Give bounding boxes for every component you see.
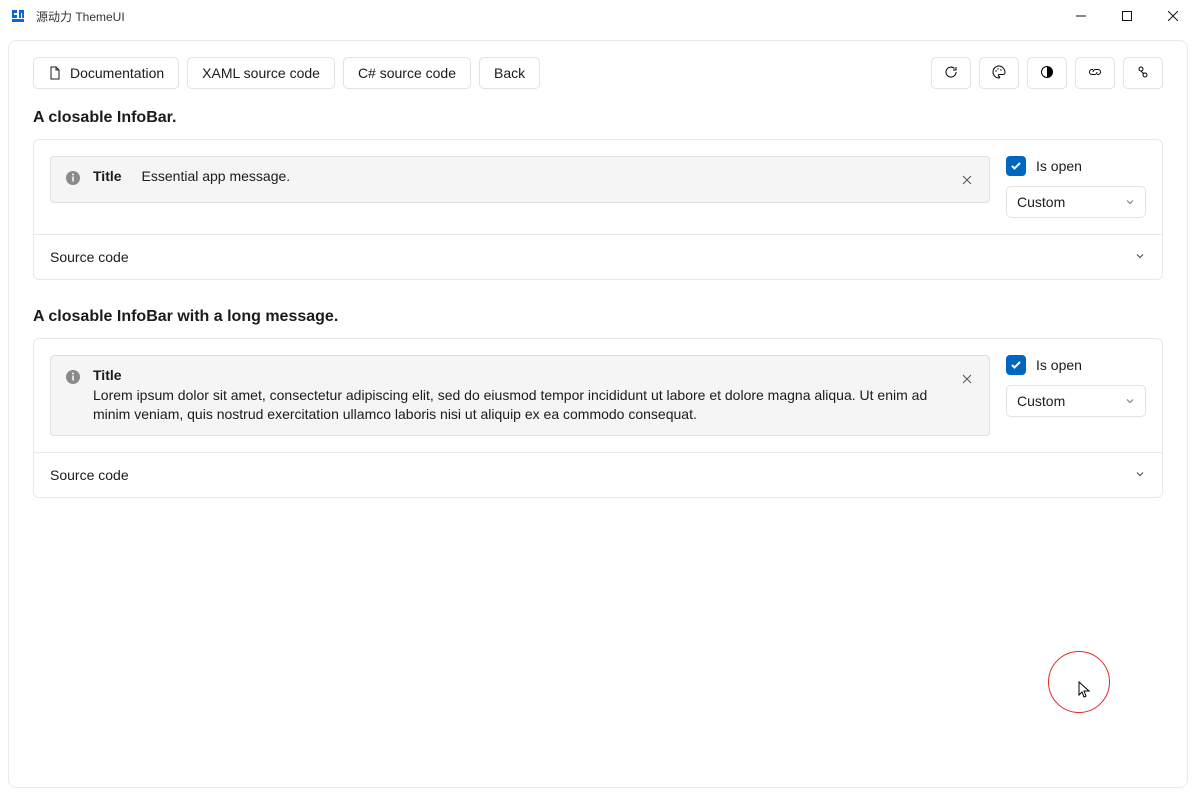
severity-combobox[interactable]: Custom (1006, 385, 1146, 417)
infobar: Title Lorem ipsum dolor sit amet, consec… (50, 355, 990, 436)
infobar: Title Essential app message. (50, 156, 990, 203)
chevron-down-icon (1134, 249, 1146, 265)
is-open-label: Is open (1036, 158, 1082, 174)
close-window-button[interactable] (1150, 0, 1196, 32)
source-code-expander[interactable]: Source code (34, 234, 1162, 279)
content-frame: Documentation XAML source code C# source… (8, 40, 1188, 788)
refresh-icon (944, 65, 958, 82)
documentation-button[interactable]: Documentation (33, 57, 179, 89)
theme-toggle-button[interactable] (1027, 57, 1067, 89)
toolbar: Documentation XAML source code C# source… (33, 57, 1163, 89)
back-button[interactable]: Back (479, 57, 540, 89)
window-title: 源动力 ThemeUI (36, 8, 125, 25)
settings-button[interactable] (1123, 57, 1163, 89)
settings-icon (1136, 65, 1150, 82)
window-controls (1058, 0, 1196, 32)
is-open-checkbox[interactable]: Is open (1006, 355, 1146, 375)
info-icon (65, 369, 81, 385)
source-code-label: Source code (50, 249, 129, 265)
combobox-value: Custom (1017, 194, 1065, 210)
back-label: Back (494, 65, 525, 81)
example-card: Title Essential app message. Is open (33, 139, 1163, 280)
combobox-value: Custom (1017, 393, 1065, 409)
app-icon (10, 8, 26, 24)
infobar-title: Title (93, 366, 933, 386)
close-icon (962, 372, 972, 387)
section-heading: A closable InfoBar with a long message. (33, 308, 1163, 326)
infobar-text: Title Essential app message. (93, 167, 943, 187)
chevron-down-icon (1125, 194, 1135, 210)
infobar-close-button[interactable] (955, 168, 979, 192)
titlebar: 源动力 ThemeUI (0, 0, 1196, 32)
link-button[interactable] (1075, 57, 1115, 89)
infobar-text: Title Lorem ipsum dolor sit amet, consec… (93, 366, 943, 425)
link-icon (1088, 65, 1102, 82)
example-body: Title Essential app message. Is open (34, 140, 1162, 234)
xaml-source-button[interactable]: XAML source code (187, 57, 335, 89)
close-icon (962, 173, 972, 188)
section-heading: A closable InfoBar. (33, 109, 1163, 127)
checkbox-checked-icon (1006, 156, 1026, 176)
toolbar-right (931, 57, 1163, 89)
chevron-down-icon (1134, 467, 1146, 483)
document-icon (48, 66, 62, 80)
controls-column: Is open Custom (1006, 156, 1146, 218)
csharp-source-label: C# source code (358, 65, 456, 81)
infobar-message: Essential app message. (142, 167, 291, 187)
palette-button[interactable] (979, 57, 1019, 89)
infobar-message: Lorem ipsum dolor sit amet, consectetur … (93, 386, 943, 425)
csharp-source-button[interactable]: C# source code (343, 57, 471, 89)
infobar-title: Title (93, 167, 122, 187)
example-card: Title Lorem ipsum dolor sit amet, consec… (33, 338, 1163, 498)
info-icon (65, 170, 81, 186)
example-body: Title Lorem ipsum dolor sit amet, consec… (34, 339, 1162, 452)
checkbox-checked-icon (1006, 355, 1026, 375)
controls-column: Is open Custom (1006, 355, 1146, 417)
source-code-expander[interactable]: Source code (34, 452, 1162, 497)
source-code-label: Source code (50, 467, 129, 483)
is-open-label: Is open (1036, 357, 1082, 373)
palette-icon (992, 65, 1006, 82)
xaml-source-label: XAML source code (202, 65, 320, 81)
documentation-label: Documentation (70, 65, 164, 81)
minimize-button[interactable] (1058, 0, 1104, 32)
contrast-icon (1040, 65, 1054, 82)
infobar-close-button[interactable] (955, 367, 979, 391)
is-open-checkbox[interactable]: Is open (1006, 156, 1146, 176)
chevron-down-icon (1125, 393, 1135, 409)
maximize-button[interactable] (1104, 0, 1150, 32)
severity-combobox[interactable]: Custom (1006, 186, 1146, 218)
refresh-button[interactable] (931, 57, 971, 89)
